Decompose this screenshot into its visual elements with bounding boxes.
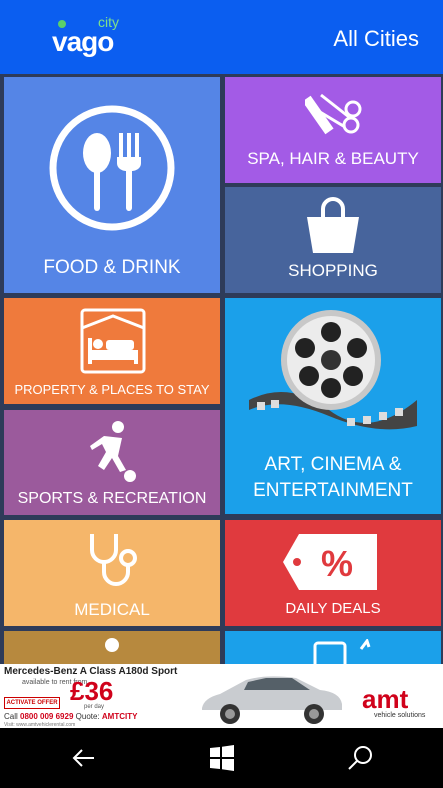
vago-city-logo[interactable]: vago city bbox=[52, 12, 132, 64]
ad-price-unit: per day bbox=[84, 704, 105, 710]
tile-property-places-to-stay[interactable]: PROPERTY & PLACES TO STAY bbox=[4, 298, 220, 404]
app-root: vago city All Cities FOOD & DRINK SPA, H… bbox=[0, 0, 443, 788]
tile-spa-label: SPA, HAIR & BEAUTY bbox=[247, 149, 419, 168]
stethoscope-icon bbox=[90, 534, 137, 586]
fork-spoon-icon bbox=[49, 105, 175, 231]
app-header: vago city All Cities bbox=[0, 0, 443, 74]
search-icon[interactable] bbox=[344, 742, 376, 774]
ad-price: £36 bbox=[70, 676, 114, 706]
city-selector[interactable]: All Cities bbox=[333, 26, 419, 52]
amt-logo: amt bbox=[362, 684, 409, 714]
tile-sports-label: SPORTS & RECREATION bbox=[17, 490, 207, 507]
logo-suffix: city bbox=[98, 14, 119, 30]
discount-tag-icon: % bbox=[283, 534, 377, 590]
ad-call-prefix: Call bbox=[4, 712, 18, 721]
film-reel-icon bbox=[249, 310, 417, 430]
tile-medical-label: MEDICAL bbox=[74, 600, 150, 619]
back-arrow-icon[interactable] bbox=[68, 742, 100, 774]
svg-text:%: % bbox=[321, 543, 353, 584]
ad-banner[interactable]: Mercedes-Benz A Class A180d Sport availa… bbox=[0, 664, 443, 728]
tile-daily-deals[interactable]: % DAILY DEALS bbox=[225, 520, 441, 626]
tile-food-drink-label: FOOD & DRINK bbox=[43, 257, 181, 278]
ad-quote-code: AMTCITY bbox=[101, 712, 138, 721]
tile-sports-recreation[interactable]: SPORTS & RECREATION bbox=[4, 410, 220, 515]
bed-icon bbox=[80, 308, 146, 374]
system-nav-bar bbox=[0, 728, 443, 788]
shopping-bag-icon bbox=[307, 197, 359, 253]
tile-food-drink[interactable]: FOOD & DRINK bbox=[4, 77, 220, 293]
activate-offer-button[interactable]: ACTIVATE OFFER bbox=[4, 697, 60, 709]
tile-medical[interactable]: MEDICAL bbox=[4, 520, 220, 626]
tile-art-label-line2: ENTERTAINMENT bbox=[253, 480, 413, 501]
car-image bbox=[202, 676, 342, 724]
amt-logo-subtitle: vehicle solutions bbox=[374, 712, 426, 719]
logo-text: vago bbox=[52, 26, 114, 57]
football-player-icon bbox=[90, 421, 136, 482]
ad-call-line: Call 0800 009 6929 Quote: AMTCITY bbox=[4, 712, 137, 721]
person-icon bbox=[105, 638, 119, 652]
tile-shopping[interactable]: SHOPPING bbox=[225, 187, 441, 293]
tile-art-label-line1: ART, CINEMA & bbox=[264, 454, 402, 475]
ad-phone: 0800 009 6929 bbox=[20, 712, 74, 721]
tile-deals-label: DAILY DEALS bbox=[285, 600, 381, 617]
windows-logo-icon[interactable] bbox=[206, 742, 238, 774]
ad-quote-label: Quote: bbox=[75, 712, 100, 721]
tile-property-label: PROPERTY & PLACES TO STAY bbox=[14, 382, 210, 397]
tile-shopping-label: SHOPPING bbox=[288, 261, 378, 280]
tile-spa-hair-beauty[interactable]: SPA, HAIR & BEAUTY bbox=[225, 77, 441, 183]
scissors-comb-icon bbox=[305, 93, 362, 135]
tile-art-cinema-entertainment[interactable]: ART, CINEMA & ENTERTAINMENT bbox=[225, 298, 441, 514]
